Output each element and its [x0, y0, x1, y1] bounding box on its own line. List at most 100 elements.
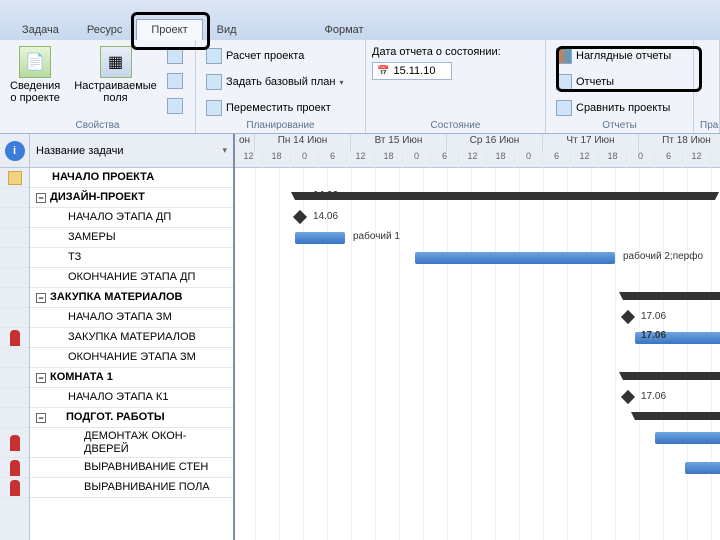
move-project-button[interactable]: Переместить проект: [202, 98, 348, 118]
milestone[interactable]: [621, 310, 635, 324]
gantt-bar[interactable]: [295, 232, 345, 244]
timescale-hour: 6: [655, 151, 683, 168]
resource-icon: [10, 460, 20, 476]
group-properties-label: Свойства: [6, 118, 189, 131]
task-name: ЗАКУПКА МАТЕРИАЛОВ: [50, 291, 182, 303]
timescale-hour: 18: [375, 151, 403, 168]
group-tail: Пра: [694, 40, 720, 133]
task-row[interactable]: −КОМНАТА 1: [30, 368, 233, 388]
gantt-bar[interactable]: [685, 462, 720, 474]
bar-label: 17.06: [641, 311, 666, 322]
gantt-bar[interactable]: [623, 292, 720, 300]
tab-view[interactable]: Вид: [203, 20, 251, 40]
group-planning-label: Планирование: [202, 118, 359, 131]
task-name: НАЧАЛО ЭТАПА К1: [36, 391, 168, 403]
milestone[interactable]: [621, 390, 635, 404]
gantt-bar[interactable]: [295, 192, 715, 200]
task-name: ОКОНЧАНИЕ ЭТАПА ЗМ: [36, 351, 196, 363]
indicator-column: i: [0, 134, 30, 540]
resource-icon: [10, 435, 20, 451]
collapse-icon[interactable]: −: [36, 293, 46, 303]
chart-icon: [556, 48, 572, 64]
visual-reports-button[interactable]: Наглядные отчеты: [552, 46, 675, 66]
gantt-chart[interactable]: онПн 14 ИюнВт 15 ИюнСр 16 ИюнЧт 17 ИюнПт…: [235, 134, 720, 540]
gantt-bar[interactable]: [415, 252, 615, 264]
task-name: ВЫРАВНИВАНИЕ СТЕН: [36, 461, 208, 473]
collapse-icon[interactable]: −: [36, 413, 46, 423]
calc-project-button[interactable]: Расчет проекта: [202, 46, 348, 66]
info-icon: i: [5, 141, 25, 161]
gantt-bar[interactable]: [623, 372, 720, 380]
task-row[interactable]: ДЕМОНТАЖ ОКОН-ДВЕРЕЙ: [30, 428, 233, 458]
task-row[interactable]: −ЗАКУПКА МАТЕРИАЛОВ: [30, 288, 233, 308]
misc-icon-1[interactable]: [167, 48, 183, 64]
milestone[interactable]: [293, 210, 307, 224]
tab-resource[interactable]: Ресурс: [73, 20, 136, 40]
timescale-hour: 0: [515, 151, 543, 168]
group-planning: Расчет проекта Задать базовый план▾ Пере…: [196, 40, 366, 133]
misc-icon-3[interactable]: [167, 98, 183, 114]
task-name: ПОДГОТ. РАБОТЫ: [50, 411, 165, 423]
group-status: Дата отчета о состоянии: 📅 15.11.10 Сост…: [366, 40, 546, 133]
timescale-hour: 0: [627, 151, 655, 168]
report-icon: [556, 74, 572, 90]
gantt-bar[interactable]: [655, 432, 720, 444]
task-name: ОКОНЧАНИЕ ЭТАПА ДП: [36, 271, 195, 283]
gantt-bar[interactable]: [635, 412, 720, 420]
timescale-day: Чт 17 Июн: [543, 134, 639, 151]
dropdown-icon: ▾: [339, 78, 343, 87]
task-row[interactable]: НАЧАЛО ЭТАПА К1: [30, 388, 233, 408]
collapse-icon[interactable]: −: [36, 193, 46, 203]
task-row[interactable]: НАЧАЛО ЭТАПА ЗМ: [30, 308, 233, 328]
timescale-day: Ср 16 Июн: [447, 134, 543, 151]
reports-button[interactable]: Отчеты: [552, 72, 675, 92]
task-name: ЗАКУПКА МАТЕРИАЛОВ: [36, 331, 196, 343]
task-row[interactable]: НАЧАЛО ПРОЕКТА: [30, 168, 233, 188]
task-name-column: Название задачи ▾ НАЧАЛО ПРОЕКТА−ДИЗАЙН-…: [30, 134, 235, 540]
task-row[interactable]: ВЫРАВНИВАНИЕ ПОЛА: [30, 478, 233, 498]
baseline-icon: [206, 74, 222, 90]
main-area: i Название задачи ▾ НАЧАЛО ПРОЕКТА−ДИЗАЙ…: [0, 134, 720, 540]
task-row[interactable]: ВЫРАВНИВАНИЕ СТЕН: [30, 458, 233, 478]
task-row[interactable]: ТЗ: [30, 248, 233, 268]
bar-label: рабочий 2;перфо: [623, 251, 703, 262]
timescale-hour: 18: [487, 151, 515, 168]
tab-task[interactable]: Задача: [8, 20, 73, 40]
timescale-hour: 6: [543, 151, 571, 168]
task-row[interactable]: ЗАКУПКА МАТЕРИАЛОВ: [30, 328, 233, 348]
task-row[interactable]: ОКОНЧАНИЕ ЭТАПА ДП: [30, 268, 233, 288]
timescale-hour: 12: [683, 151, 711, 168]
tab-project[interactable]: Проект: [136, 19, 202, 40]
task-name: ДИЗАЙН-ПРОЕКТ: [50, 191, 145, 203]
task-row[interactable]: ЗАМЕРЫ: [30, 228, 233, 248]
misc-icon-2[interactable]: [167, 73, 183, 89]
status-date-input[interactable]: 📅 15.11.10: [372, 62, 452, 80]
task-name: ВЫРАВНИВАНИЕ ПОЛА: [36, 481, 210, 493]
task-row[interactable]: ОКОНЧАНИЕ ЭТАПА ЗМ: [30, 348, 233, 368]
filter-dropdown-icon[interactable]: ▾: [222, 145, 227, 156]
project-info-button[interactable]: 📄 Сведения о проекте: [6, 44, 64, 118]
custom-fields-button[interactable]: ▦ Настраиваемые поля: [70, 44, 161, 118]
compare-icon: [556, 100, 572, 116]
calc-icon: [206, 48, 222, 64]
grid-icon: ▦: [100, 46, 132, 78]
project-info-icon: 📄: [19, 46, 51, 78]
task-row[interactable]: НАЧАЛО ЭТАПА ДП: [30, 208, 233, 228]
set-baseline-button[interactable]: Задать базовый план▾: [202, 72, 348, 92]
task-name: ДЕМОНТАЖ ОКОН-ДВЕРЕЙ: [36, 430, 227, 454]
project-info-label: Сведения о проекте: [10, 80, 60, 104]
task-header[interactable]: Название задачи ▾: [30, 134, 233, 168]
timescale-hour: 0: [403, 151, 431, 168]
timescale-hour: 12: [235, 151, 263, 168]
timescale-day: Вт 15 Июн: [351, 134, 447, 151]
task-row[interactable]: −ПОДГОТ. РАБОТЫ: [30, 408, 233, 428]
compare-projects-button[interactable]: Сравнить проекты: [552, 98, 675, 118]
task-row[interactable]: −ДИЗАЙН-ПРОЕКТ: [30, 188, 233, 208]
task-name: НАЧАЛО ПРОЕКТА: [36, 171, 154, 183]
tab-format[interactable]: Формат: [311, 20, 378, 40]
task-name: НАЧАЛО ЭТАПА ЗМ: [36, 311, 172, 323]
status-date-label: Дата отчета о состоянии:: [372, 46, 539, 58]
collapse-icon[interactable]: −: [36, 373, 46, 383]
bar-label: рабочий 1: [353, 231, 400, 242]
timescale-hour: 6: [431, 151, 459, 168]
